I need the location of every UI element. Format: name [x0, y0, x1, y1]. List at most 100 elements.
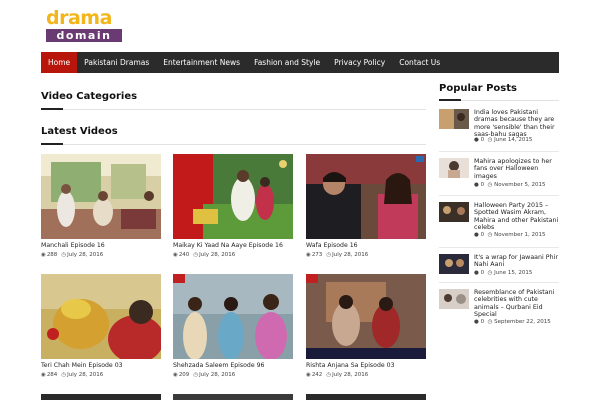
view-count: 242	[311, 372, 323, 378]
video-title[interactable]: Teri Chah Mein Episode 03	[41, 362, 161, 369]
logo-line1: drama	[46, 7, 112, 29]
video-card[interactable]: Shehzada Saleem Episode 96 ◉209 ◷July 28,…	[173, 274, 293, 384]
clock-icon: ◷	[193, 372, 199, 378]
clock-icon: ◷	[193, 252, 199, 258]
eye-icon: ◉	[41, 372, 46, 378]
post-title[interactable]: Halloween Party 2015 – Spotted Wasim Akr…	[474, 202, 559, 232]
eye-icon: ◉	[173, 252, 178, 258]
post-date: June 14, 2015	[494, 137, 533, 143]
comment-count: 0	[480, 182, 485, 188]
popular-posts-heading: Popular Posts	[439, 83, 517, 94]
nav-contact-us[interactable]: Contact Us	[392, 52, 447, 73]
video-card[interactable]: Wafa Episode 16 ◉273 ◷July 28, 2016	[306, 154, 426, 264]
eye-icon: ◉	[306, 252, 311, 258]
video-thumbnail[interactable]	[306, 274, 426, 359]
clock-icon: ◷	[326, 252, 332, 258]
divider	[439, 282, 559, 283]
view-count: 288	[46, 252, 58, 258]
video-title[interactable]: Rishta Anjana Sa Episode 03	[306, 362, 426, 369]
nav-privacy-policy[interactable]: Privacy Policy	[327, 52, 392, 73]
view-count: 240	[178, 252, 190, 258]
video-date: July 28, 2016	[332, 372, 369, 378]
video-title[interactable]: Manchali Episode 16	[41, 242, 161, 249]
nav-home[interactable]: Home	[41, 52, 78, 73]
video-card[interactable]: Manchali Episode 16 ◉288 ◷July 28, 2016	[41, 154, 161, 264]
heading-underline	[41, 143, 63, 145]
divider	[439, 247, 559, 248]
video-thumbnail[interactable]	[41, 394, 161, 400]
video-meta: ◉240 ◷July 28, 2016	[173, 252, 293, 258]
video-categories-heading: Video Categories	[41, 91, 138, 102]
popular-post[interactable]: India loves Pakistani dramas because the…	[439, 109, 559, 151]
video-thumbnail[interactable]	[173, 154, 293, 239]
divider	[41, 144, 426, 145]
popular-post[interactable]: Resemblance of Pakistani celebrities wit…	[439, 289, 559, 329]
nav-entertainment-news[interactable]: Entertainment News	[156, 52, 247, 73]
post-title[interactable]: Resemblance of Pakistani celebrities wit…	[474, 289, 559, 319]
video-meta: ◉288 ◷July 28, 2016	[41, 252, 161, 258]
video-thumbnail[interactable]	[41, 274, 161, 359]
popular-post[interactable]: It's a wrap for Jawaani Phir Nahi Aani ●…	[439, 254, 559, 280]
post-date: September 22, 2015	[494, 319, 551, 325]
video-date: July 28, 2016	[67, 252, 104, 258]
divider	[41, 109, 426, 110]
post-meta: ● 0 ◷ June 14, 2015	[474, 137, 532, 143]
post-title[interactable]: It's a wrap for Jawaani Phir Nahi Aani	[474, 254, 559, 269]
video-thumbnail[interactable]	[173, 394, 293, 400]
latest-videos-heading: Latest Videos	[41, 126, 118, 137]
post-title[interactable]: Mahira apologizes to her fans over Hallo…	[474, 158, 559, 180]
post-date: June 15, 2015	[494, 270, 533, 276]
video-meta: ◉209 ◷July 28, 2016	[173, 372, 293, 378]
comment-count: 0	[480, 319, 485, 325]
comment-count: 0	[480, 137, 485, 143]
divider	[439, 195, 559, 196]
divider	[439, 151, 559, 152]
eye-icon: ◉	[173, 372, 178, 378]
post-thumbnail[interactable]	[439, 202, 469, 222]
eye-icon: ◉	[41, 252, 46, 258]
clock-icon: ◷	[326, 372, 332, 378]
video-meta: ◉273 ◷July 28, 2016	[306, 252, 426, 258]
nav-fashion-and-style[interactable]: Fashion and Style	[247, 52, 327, 73]
eye-icon: ◉	[306, 372, 311, 378]
nav-pakistani-dramas[interactable]: Pakistani Dramas	[77, 52, 156, 73]
post-thumbnail[interactable]	[439, 158, 469, 178]
post-thumbnail[interactable]	[439, 289, 469, 309]
comment-count: 0	[480, 232, 485, 238]
video-date: July 28, 2016	[199, 252, 236, 258]
video-card[interactable]: Maikay Ki Yaad Na Aaye Episode 16 ◉240 ◷J…	[173, 154, 293, 264]
video-title[interactable]: Wafa Episode 16	[306, 242, 426, 249]
post-date: November 5, 2015	[494, 182, 546, 188]
video-thumbnail[interactable]	[306, 154, 426, 239]
video-date: July 28, 2016	[199, 372, 236, 378]
video-title[interactable]: Maikay Ki Yaad Na Aaye Episode 16	[173, 242, 293, 249]
clock-icon: ◷	[61, 372, 67, 378]
video-thumbnail[interactable]	[306, 394, 426, 400]
post-meta: ● 0 ◷ November 5, 2015	[474, 182, 545, 188]
video-thumbnail[interactable]	[41, 154, 161, 239]
post-thumbnail[interactable]	[439, 254, 469, 274]
video-meta: ◉284 ◷July 28, 2016	[41, 372, 161, 378]
logo-line2: domain	[46, 29, 122, 42]
popular-post[interactable]: Halloween Party 2015 – Spotted Wasim Akr…	[439, 202, 559, 244]
view-count: 273	[311, 252, 323, 258]
clock-icon: ◷	[61, 252, 67, 258]
post-thumbnail[interactable]	[439, 109, 469, 129]
post-meta: ● 0 ◷ September 22, 2015	[474, 319, 551, 325]
popular-post[interactable]: Mahira apologizes to her fans over Hallo…	[439, 158, 559, 194]
heading-underline	[41, 108, 63, 110]
view-count: 284	[46, 372, 58, 378]
comment-count: 0	[480, 270, 485, 276]
video-title[interactable]: Shehzada Saleem Episode 96	[173, 362, 293, 369]
video-date: July 28, 2016	[67, 372, 104, 378]
view-count: 209	[178, 372, 190, 378]
post-date: November 1, 2015	[494, 232, 546, 238]
post-meta: ● 0 ◷ November 1, 2015	[474, 232, 545, 238]
video-date: July 28, 2016	[332, 252, 369, 258]
video-card[interactable]: Teri Chah Mein Episode 03 ◉284 ◷July 28, …	[41, 274, 161, 384]
main-nav: Home Pakistani Dramas Entertainment News…	[41, 52, 559, 73]
video-thumbnail[interactable]	[173, 274, 293, 359]
site-logo[interactable]: drama domain	[46, 7, 122, 42]
video-card[interactable]: Rishta Anjana Sa Episode 03 ◉242 ◷July 28…	[306, 274, 426, 384]
post-title[interactable]: India loves Pakistani dramas because the…	[474, 109, 559, 139]
